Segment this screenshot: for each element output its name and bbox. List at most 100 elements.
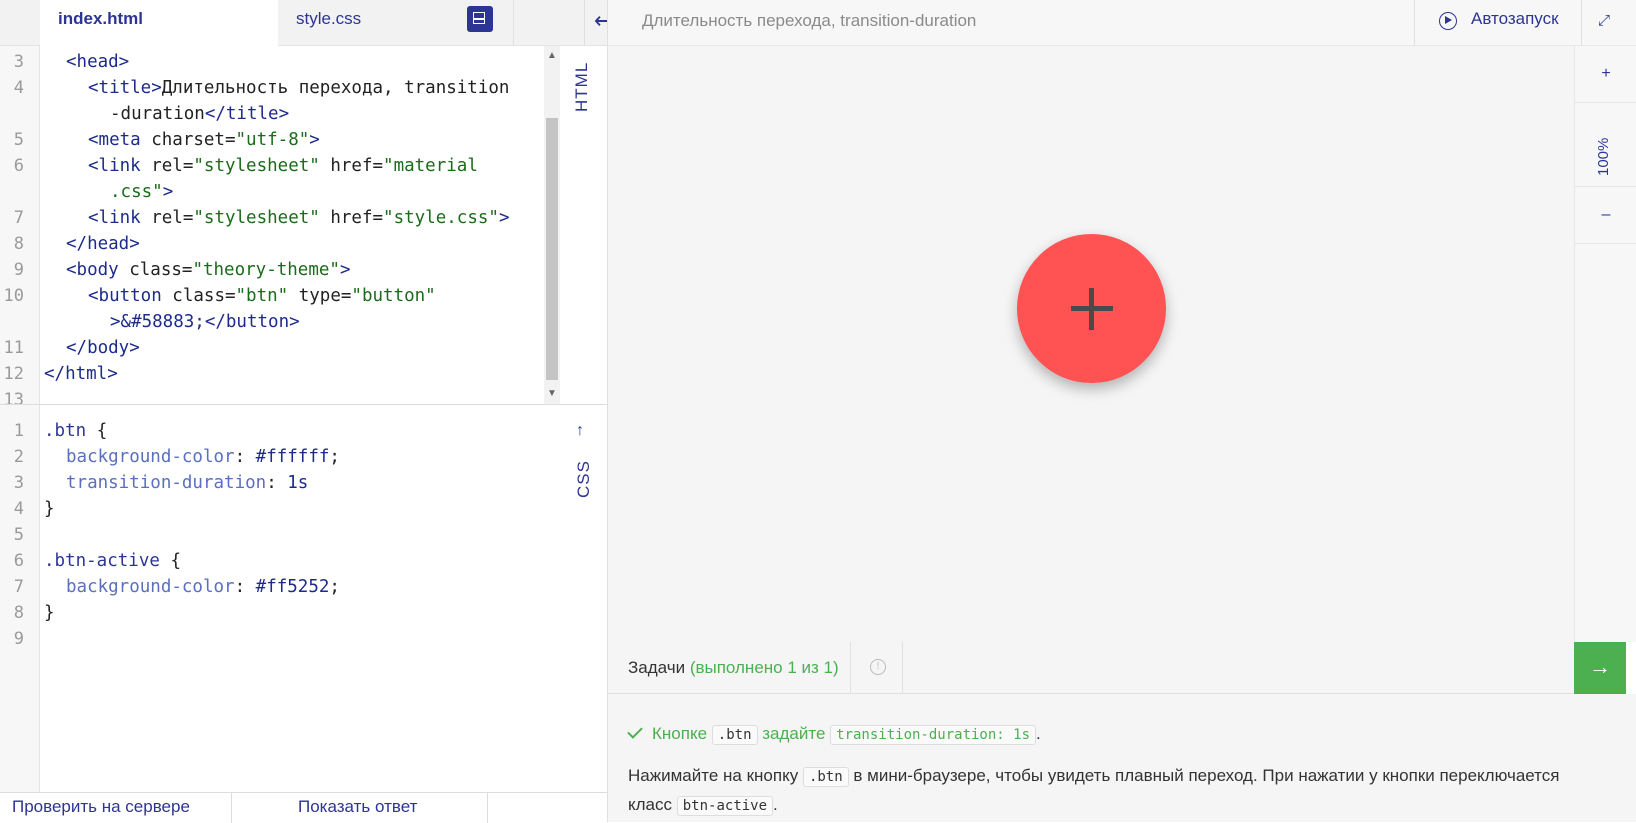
line-number: 4 bbox=[13, 78, 24, 98]
code-token: "stylesheet" bbox=[193, 208, 320, 228]
line-number: 3 bbox=[13, 52, 24, 72]
line-number: 12 bbox=[3, 364, 24, 384]
line-number: 9 bbox=[13, 629, 24, 649]
code-token: .btn-active bbox=[44, 551, 160, 571]
code-token: } bbox=[44, 603, 55, 623]
info-icon[interactable]: ! bbox=[870, 659, 886, 675]
code-token: #ff5252 bbox=[255, 577, 330, 597]
code-token: .btn bbox=[44, 421, 87, 441]
css-panel-label: CSS bbox=[574, 460, 593, 498]
task-text: . bbox=[1036, 724, 1041, 743]
line-number: 6 bbox=[13, 551, 24, 571]
code-token: 1s bbox=[287, 473, 309, 493]
html-gutter: 3 4 5 6 7 8 9 10 11 12 13 bbox=[0, 46, 40, 410]
code-token: "material bbox=[383, 156, 478, 176]
line-number: 8 bbox=[13, 603, 24, 623]
code-token: "btn" bbox=[235, 286, 289, 306]
line-number: 5 bbox=[13, 525, 24, 545]
tasks-bar: Задачи (выполнено 1 из 1) ! bbox=[608, 642, 1574, 694]
preview-title: Длительность перехода, transition-durati… bbox=[642, 11, 977, 30]
editor-divider[interactable] bbox=[0, 404, 607, 405]
code-token: "theory-theme" bbox=[192, 260, 340, 280]
tab-spacer bbox=[514, 0, 585, 46]
task-panel: Кнопке .btn задайте transition-duration:… bbox=[608, 694, 1636, 822]
line-number: 6 bbox=[13, 156, 24, 176]
code-token: transition-duration bbox=[66, 473, 267, 493]
line-number: 7 bbox=[13, 208, 24, 228]
code-token: "stylesheet" bbox=[193, 156, 320, 176]
line-number: 2 bbox=[13, 447, 24, 467]
line-number: 8 bbox=[13, 234, 24, 254]
editor-action-bar: Проверить на сервере Показать ответ bbox=[0, 792, 607, 823]
show-answer-button[interactable]: Показать ответ bbox=[298, 797, 417, 817]
code-token: background-color bbox=[66, 447, 235, 467]
code-token: </head> bbox=[66, 234, 140, 254]
scroll-down-icon[interactable]: ▼ bbox=[547, 388, 557, 399]
code-token: -duration bbox=[110, 104, 205, 124]
zoom-controls: + 100% – bbox=[1574, 46, 1636, 642]
line-number: 5 bbox=[13, 130, 24, 150]
code-chip: .btn bbox=[802, 767, 849, 787]
autorun-button[interactable]: Автозапуск bbox=[1414, 0, 1582, 46]
check-on-server-button[interactable]: Проверить на сервере bbox=[12, 797, 190, 817]
line-number: 1 bbox=[13, 421, 24, 441]
split-view-icon[interactable] bbox=[467, 6, 493, 32]
fullscreen-icon[interactable]: ⤢ bbox=[1598, 12, 1610, 29]
code-token: <head> bbox=[66, 52, 130, 72]
code-token: > bbox=[309, 130, 320, 150]
zoom-out-button[interactable]: – bbox=[1575, 186, 1636, 244]
task-item: Кнопке .btn задайте transition-duration:… bbox=[627, 723, 1041, 745]
code-token: </body> bbox=[66, 338, 140, 358]
code-chip: transition-duration: 1s bbox=[830, 725, 1037, 745]
code-token: { bbox=[86, 421, 108, 441]
autorun-label: Автозапуск bbox=[1471, 9, 1559, 28]
html-scrollbar[interactable]: ▲ ▼ bbox=[544, 46, 560, 404]
code-token: "utf-8" bbox=[235, 130, 310, 150]
tasks-header[interactable]: Задачи (выполнено 1 из 1) bbox=[628, 658, 839, 678]
code-token: href= bbox=[319, 156, 384, 176]
code-token: #ffffff bbox=[255, 447, 330, 467]
arrow-up-icon[interactable]: ↑ bbox=[576, 422, 584, 440]
code-token: charset= bbox=[151, 130, 236, 150]
divider bbox=[902, 642, 903, 694]
next-arrow-button[interactable]: → bbox=[1574, 642, 1626, 694]
line-number: 3 bbox=[13, 473, 24, 493]
code-token: <link bbox=[88, 156, 152, 176]
line-number: 4 bbox=[13, 499, 24, 519]
code-token: } bbox=[44, 499, 55, 519]
divider bbox=[850, 642, 851, 694]
code-token: class= bbox=[129, 260, 193, 280]
checkmark-icon bbox=[627, 723, 643, 739]
line-number: 10 bbox=[3, 286, 24, 306]
code-token: type= bbox=[288, 286, 352, 306]
code-token: href= bbox=[319, 208, 384, 228]
code-chip: .btn bbox=[711, 725, 758, 745]
plus-button[interactable] bbox=[1017, 234, 1166, 383]
divider bbox=[487, 793, 488, 823]
code-token: <button bbox=[88, 286, 173, 306]
line-number: 9 bbox=[13, 260, 24, 280]
divider bbox=[231, 793, 232, 823]
code-token: { bbox=[159, 551, 181, 571]
code-token: rel= bbox=[151, 208, 194, 228]
code-chip: btn-active bbox=[676, 796, 774, 816]
tab-index-html[interactable]: index.html bbox=[40, 0, 278, 47]
code-token: <body bbox=[66, 260, 130, 280]
scroll-up-icon[interactable]: ▲ bbox=[547, 50, 557, 61]
editor-tabs: index.html style.css bbox=[0, 0, 608, 47]
code-token: > bbox=[498, 208, 510, 228]
code-token: </html> bbox=[44, 364, 118, 384]
code-token: Длительность перехода, transition bbox=[161, 78, 510, 98]
scroll-thumb[interactable] bbox=[546, 118, 558, 380]
line-number: 7 bbox=[13, 577, 24, 597]
code-token: rel= bbox=[151, 156, 194, 176]
task-text: Кнопке bbox=[652, 724, 708, 743]
zoom-level: 100% bbox=[1595, 137, 1612, 176]
code-token: background-color bbox=[66, 577, 235, 597]
code-token: </button> bbox=[204, 312, 300, 332]
code-token: <title> bbox=[88, 78, 162, 98]
line-number: 11 bbox=[3, 338, 24, 358]
task-description: Нажимайте на кнопку .btn в мини-браузере… bbox=[628, 762, 1608, 820]
zoom-in-button[interactable]: + bbox=[1575, 46, 1636, 103]
html-panel-label: HTML bbox=[572, 61, 591, 112]
